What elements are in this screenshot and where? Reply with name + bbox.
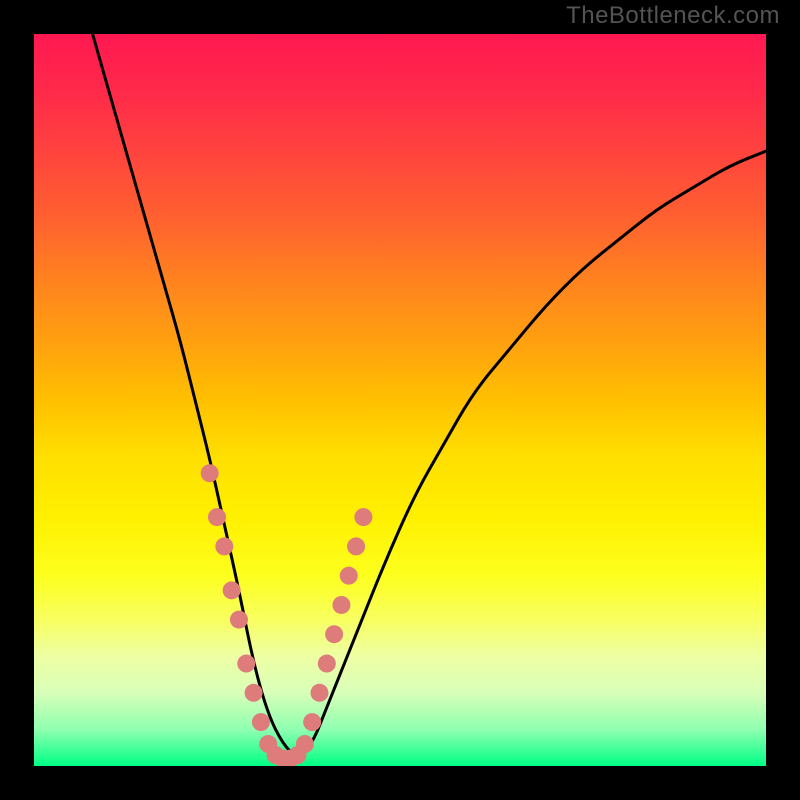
- watermark-text: TheBottleneck.com: [566, 2, 780, 30]
- data-marker: [318, 655, 336, 673]
- data-marker: [340, 567, 358, 585]
- data-marker: [310, 684, 328, 702]
- data-marker: [303, 713, 321, 731]
- data-marker: [215, 537, 233, 555]
- bottleneck-curve: [93, 34, 766, 755]
- data-marker: [230, 611, 248, 629]
- data-marker: [201, 464, 219, 482]
- data-marker: [245, 684, 263, 702]
- chart-container: TheBottleneck.com: [0, 0, 800, 800]
- data-marker: [252, 713, 270, 731]
- curve-layer: [34, 34, 766, 766]
- data-marker: [237, 655, 255, 673]
- data-marker: [354, 508, 372, 526]
- data-marker: [296, 735, 314, 753]
- data-marker: [325, 625, 343, 643]
- data-marker: [223, 581, 241, 599]
- data-marker: [332, 596, 350, 614]
- plot-area: [34, 34, 766, 766]
- data-marker: [347, 537, 365, 555]
- data-marker: [208, 508, 226, 526]
